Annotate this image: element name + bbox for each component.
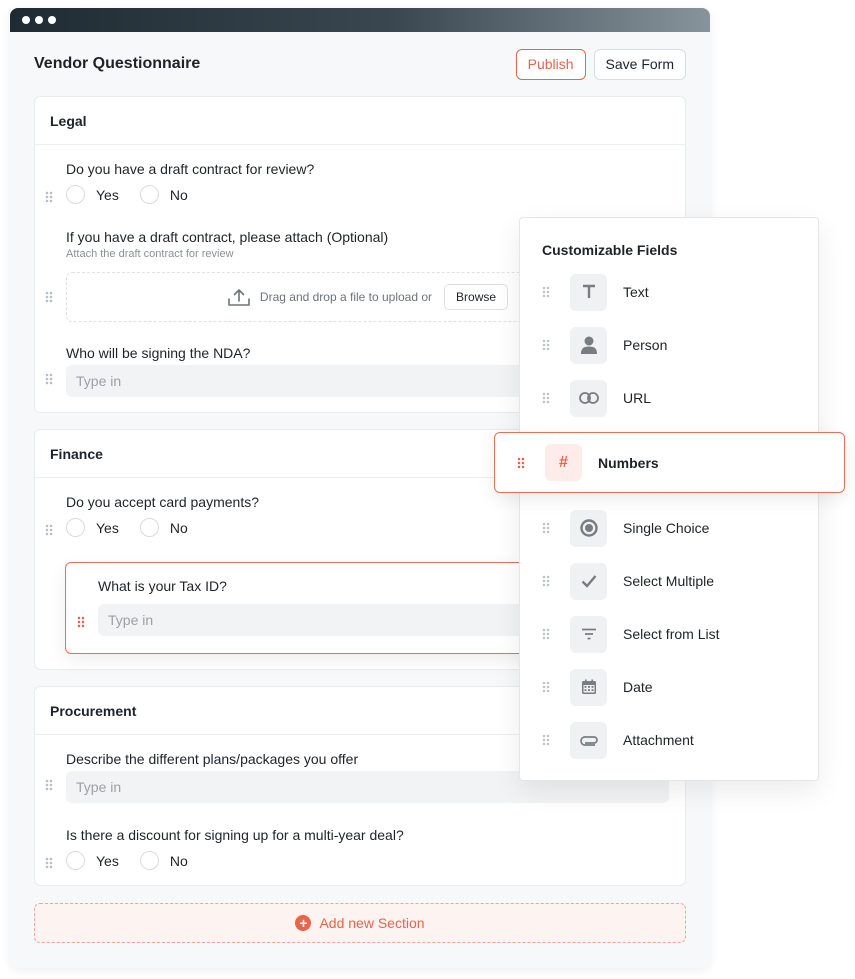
field-label: URL [623, 390, 652, 406]
drag-handle-icon[interactable] [517, 456, 525, 469]
person-icon [570, 326, 607, 364]
radio-circle[interactable] [139, 185, 159, 204]
radio-circle[interactable] [66, 185, 85, 204]
radio-label: Yes [96, 186, 119, 203]
radio-circle[interactable] [139, 518, 159, 537]
panel-title: Customizable Fields [542, 242, 678, 258]
field-label: Select Multiple [623, 573, 715, 589]
field-label: Date [623, 679, 653, 695]
drag-handle-icon[interactable] [45, 373, 53, 385]
question-label: What is your Tax ID? [98, 578, 227, 594]
drag-handle-icon[interactable] [45, 291, 53, 303]
drag-handle-icon[interactable] [542, 286, 550, 298]
drag-handle-icon[interactable] [542, 628, 550, 640]
drag-handle-icon[interactable] [45, 857, 53, 869]
upload-icon [228, 289, 250, 306]
radio-yes[interactable]: Yes [66, 518, 119, 537]
window-dot-icon [22, 16, 30, 24]
dragged-field-numbers[interactable]: # Numbers [494, 432, 845, 493]
question-multi-year-discount[interactable]: Is there a discount for signing up for a… [45, 827, 669, 870]
field-label: Single Choice [623, 520, 710, 536]
radio-no[interactable]: No [139, 185, 188, 204]
check-icon [570, 562, 607, 600]
field-text[interactable]: Text [520, 272, 818, 312]
filter-list-icon [570, 615, 607, 653]
link-icon [570, 379, 607, 417]
window-dot-icon [35, 16, 43, 24]
radio-group: Yes No [66, 851, 669, 870]
drag-handle-icon[interactable] [542, 392, 550, 404]
browse-button[interactable]: Browse [444, 284, 509, 310]
drag-handle-icon[interactable] [542, 734, 550, 746]
radio-no[interactable]: No [139, 518, 188, 537]
hash-icon: # [545, 444, 582, 481]
radio-no[interactable]: No [139, 851, 188, 870]
radio-label: Yes [96, 852, 119, 869]
question-label: Is there a discount for signing up for a… [66, 827, 404, 843]
radio-label: No [169, 519, 188, 536]
form-title: Vendor Questionnaire [34, 55, 201, 72]
field-label: Select from List [623, 626, 720, 642]
radio-yes[interactable]: Yes [66, 851, 119, 870]
dropzone-text: Drag and drop a file to upload or [259, 290, 433, 304]
paperclip-icon [570, 721, 607, 759]
field-single-choice[interactable]: Single Choice [520, 508, 818, 548]
field-label: Numbers [598, 454, 659, 471]
radio-label: Yes [96, 519, 119, 536]
field-label: Attachment [623, 732, 694, 748]
window-titlebar [10, 8, 710, 32]
customizable-fields-panel: Customizable Fields Text Person URL Sing… [519, 217, 819, 781]
section-title[interactable]: Legal [35, 97, 685, 145]
save-form-button[interactable]: Save Form [593, 48, 686, 80]
radio-group: Yes No [66, 185, 669, 204]
drag-handle-icon[interactable] [542, 575, 550, 587]
field-attachment[interactable]: Attachment [520, 720, 818, 760]
question-tax-id[interactable]: What is your Tax ID? Type in [77, 578, 545, 636]
drag-handle-icon[interactable] [45, 524, 53, 536]
text-input[interactable]: Type in [98, 604, 545, 636]
drag-handle-icon[interactable] [45, 191, 53, 203]
drag-handle-icon[interactable] [45, 779, 53, 791]
radio-circle[interactable] [66, 518, 85, 537]
publish-button[interactable]: Publish [515, 48, 586, 80]
field-select-from-list[interactable]: Select from List [520, 614, 818, 654]
calendar-icon [570, 668, 607, 706]
field-person[interactable]: Person [520, 325, 818, 365]
drag-handle-icon[interactable] [77, 616, 85, 628]
plus-circle-icon: + [295, 915, 312, 931]
drag-handle-icon[interactable] [542, 522, 550, 534]
radio-label: No [169, 186, 188, 203]
drag-handle-icon[interactable] [542, 339, 550, 351]
dragged-question-tax-id[interactable]: What is your Tax ID? Type in [65, 562, 562, 654]
radio-circle[interactable] [66, 851, 85, 870]
add-new-section-button[interactable]: + Add new Section [34, 903, 686, 943]
radio-circle[interactable] [139, 851, 159, 870]
field-label: Text [623, 284, 649, 300]
form-header: Vendor Questionnaire Publish Save Form [34, 48, 686, 80]
field-select-multiple[interactable]: Select Multiple [520, 561, 818, 601]
field-label: Person [623, 337, 668, 353]
radio-icon [570, 509, 607, 547]
text-icon [570, 273, 607, 311]
field-date[interactable]: Date [520, 667, 818, 707]
field-url[interactable]: URL [520, 378, 818, 418]
radio-label: No [169, 852, 188, 869]
question-draft-contract[interactable]: Do you have a draft contract for review?… [45, 161, 669, 204]
radio-yes[interactable]: Yes [66, 185, 119, 204]
drag-handle-icon[interactable] [542, 681, 550, 693]
question-label: Do you have a draft contract for review? [66, 161, 315, 177]
window-dot-icon [48, 16, 56, 24]
add-section-label: Add new Section [319, 915, 425, 931]
